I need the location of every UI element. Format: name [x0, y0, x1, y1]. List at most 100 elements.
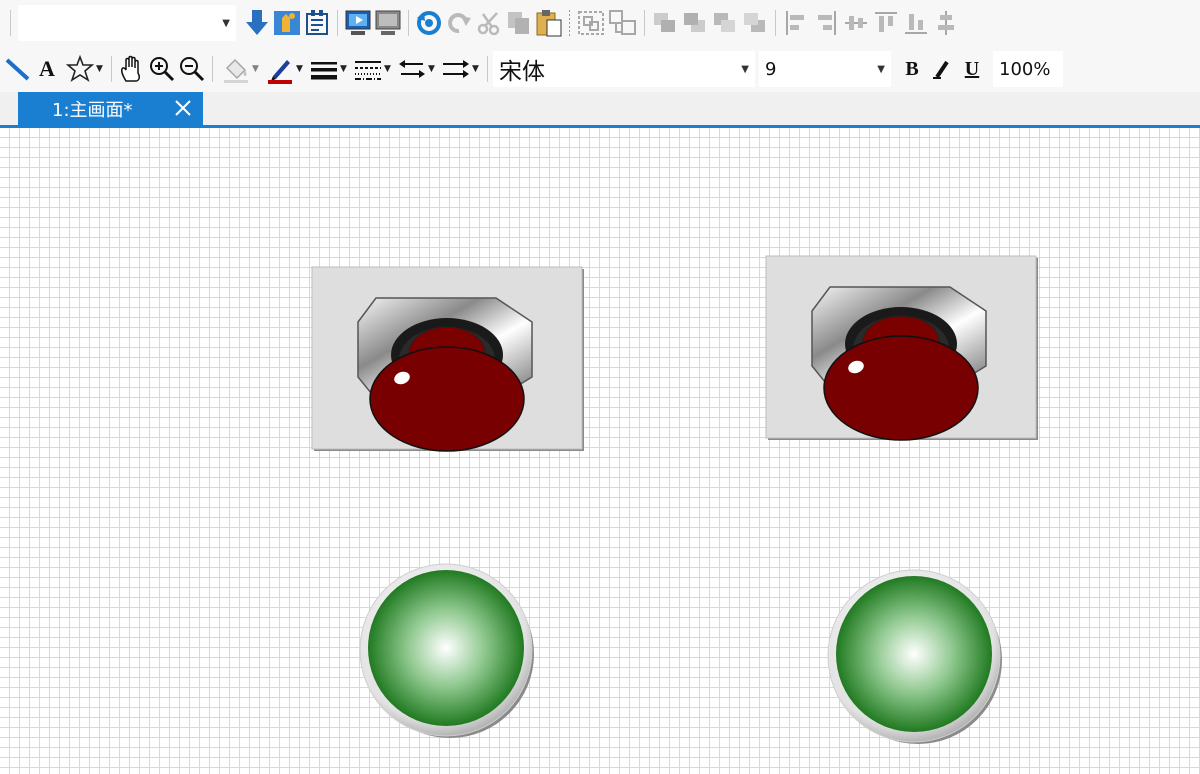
- line-tool-icon: [5, 58, 30, 81]
- toolbar-separator: [10, 10, 11, 36]
- zoom-in-icon: [150, 57, 175, 82]
- redo-icon: [448, 13, 471, 34]
- online-simulation-button[interactable]: [343, 6, 373, 40]
- tab-label: 1:主画面*: [52, 99, 133, 121]
- align-top-button[interactable]: [871, 6, 901, 40]
- send-back-button[interactable]: [680, 6, 710, 40]
- compile-button[interactable]: [302, 6, 332, 40]
- bring-front-button[interactable]: [650, 6, 680, 40]
- fill-color-button[interactable]: ▼: [218, 52, 262, 86]
- arrow-start-button[interactable]: ▼: [394, 52, 438, 86]
- zoom-combo[interactable]: 100%: [993, 51, 1063, 87]
- hand-icon: [121, 55, 140, 82]
- zoom-in-button[interactable]: [147, 52, 177, 86]
- offline-simulation-button[interactable]: [373, 6, 403, 40]
- zoom-out-button[interactable]: [177, 52, 207, 86]
- close-icon[interactable]: [173, 98, 193, 118]
- upload-button[interactable]: [272, 6, 302, 40]
- chevron-down-icon[interactable]: ▼: [296, 64, 303, 74]
- arrow-end-button[interactable]: ▼: [438, 52, 482, 86]
- object-combo[interactable]: ▼: [18, 5, 236, 41]
- arrow-left-style-icon: [399, 60, 426, 78]
- toolbar-separator: [212, 56, 213, 82]
- chevron-down-icon[interactable]: ▼: [252, 64, 259, 74]
- send-back-icon: [684, 13, 705, 32]
- toolbar-grip: [569, 10, 570, 36]
- text-tool-button[interactable]: A: [32, 52, 62, 86]
- undo-button[interactable]: [414, 6, 444, 40]
- group-icon: [578, 11, 604, 35]
- line-tool-button[interactable]: [2, 52, 32, 86]
- chevron-down-icon[interactable]: ▼: [222, 18, 230, 29]
- document-tab-strip: 1:主画面*: [0, 92, 1200, 128]
- upload-icon: [274, 11, 300, 35]
- bold-label: B: [905, 57, 919, 80]
- align-right-button[interactable]: [811, 6, 841, 40]
- align-bottom-button[interactable]: [901, 6, 931, 40]
- cut-button[interactable]: [474, 6, 504, 40]
- ungroup-button[interactable]: [607, 6, 639, 40]
- line-style-icon: [355, 61, 382, 80]
- pan-button[interactable]: [117, 52, 147, 86]
- arrow-right-style-icon: [443, 60, 470, 78]
- toolbar-separator: [775, 10, 776, 36]
- bring-front-icon: [654, 13, 675, 32]
- toolbar-separator: [408, 10, 409, 36]
- chevron-down-icon[interactable]: ▼: [741, 64, 749, 75]
- toolbar-separator: [644, 10, 645, 36]
- bring-forward-icon: [714, 13, 735, 32]
- star-shape-icon: [65, 54, 95, 82]
- zoom-value: 100%: [999, 58, 1051, 80]
- send-backward-icon: [744, 13, 765, 32]
- align-left-icon: [786, 11, 804, 35]
- chevron-down-icon[interactable]: ▼: [428, 64, 435, 74]
- font-size-value: 9: [765, 58, 777, 80]
- chevron-down-icon[interactable]: ▼: [96, 64, 103, 74]
- font-name-combo[interactable]: 宋体 ▼: [493, 51, 755, 87]
- align-hcenter-button[interactable]: [841, 6, 871, 40]
- line-color-button[interactable]: ▼: [262, 52, 306, 86]
- download-button[interactable]: [242, 6, 272, 40]
- font-name-value: 宋体: [499, 59, 545, 85]
- bold-button[interactable]: B: [897, 52, 927, 86]
- align-hcenter-icon: [845, 16, 867, 30]
- font-size-combo[interactable]: 9 ▼: [759, 51, 891, 87]
- line-style-button[interactable]: ▼: [350, 52, 394, 86]
- shape-tool-button[interactable]: ▼: [62, 52, 106, 86]
- chevron-down-icon[interactable]: ▼: [877, 64, 885, 75]
- indicator-lamp-widget[interactable]: [356, 560, 538, 742]
- align-top-icon: [875, 12, 897, 32]
- chevron-down-icon[interactable]: ▼: [384, 64, 391, 74]
- redo-button[interactable]: [444, 6, 474, 40]
- line-width-button[interactable]: ▼: [306, 52, 350, 86]
- align-right-icon: [818, 11, 836, 35]
- italic-button[interactable]: [927, 52, 957, 86]
- drawing-canvas[interactable]: [0, 128, 1200, 774]
- online-simulation-icon: [345, 10, 371, 35]
- copy-button[interactable]: [504, 6, 534, 40]
- tab-main-screen[interactable]: 1:主画面*: [18, 92, 203, 125]
- chevron-down-icon[interactable]: ▼: [472, 64, 479, 74]
- indicator-lamp-widget[interactable]: [824, 566, 1006, 748]
- align-vcenter-button[interactable]: [931, 6, 961, 40]
- push-button-widget[interactable]: [310, 265, 586, 455]
- paste-button[interactable]: [534, 6, 564, 40]
- paste-icon: [536, 10, 562, 37]
- undo-icon: [417, 11, 441, 35]
- zoom-out-icon: [180, 57, 205, 82]
- chevron-down-icon[interactable]: ▼: [340, 64, 347, 74]
- group-button[interactable]: [575, 6, 607, 40]
- copy-icon: [508, 12, 529, 34]
- toolbar-separator: [337, 10, 338, 36]
- toolbar-separator: [487, 56, 488, 82]
- underline-button[interactable]: U: [957, 52, 987, 86]
- push-button-widget[interactable]: [764, 254, 1040, 444]
- align-left-button[interactable]: [781, 6, 811, 40]
- toolbar-separator: [111, 56, 112, 82]
- bring-forward-button[interactable]: [710, 6, 740, 40]
- align-vcenter-icon: [938, 11, 954, 35]
- cut-icon: [477, 12, 500, 36]
- send-backward-button[interactable]: [740, 6, 770, 40]
- offline-simulation-icon: [375, 10, 401, 35]
- main-toolbar: ▼: [0, 0, 1200, 46]
